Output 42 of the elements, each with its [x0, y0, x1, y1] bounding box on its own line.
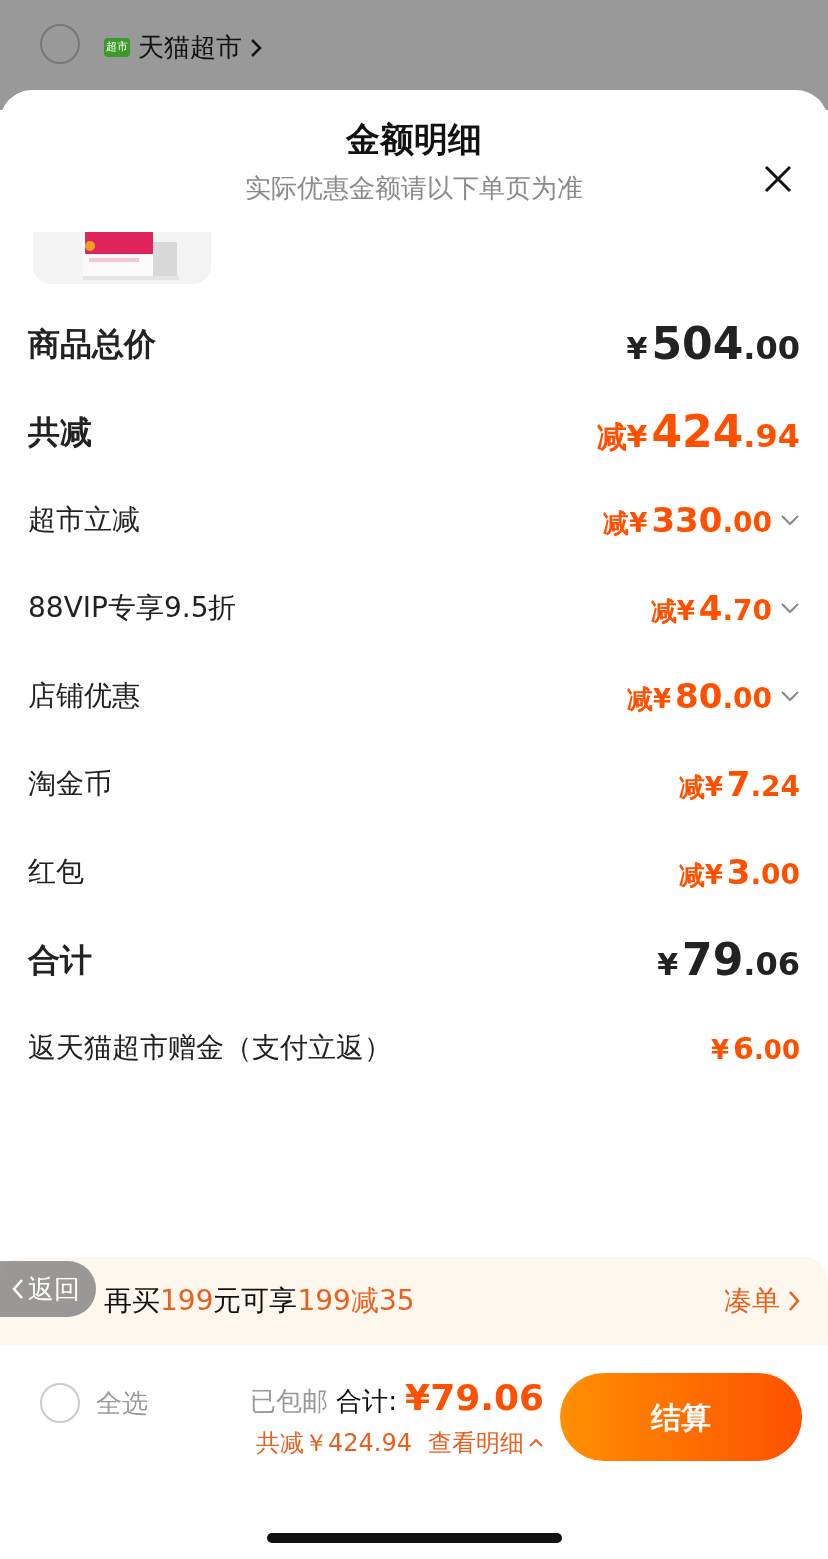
row-label: 共减: [28, 412, 92, 453]
amount: 减¥4.70: [650, 586, 772, 630]
shipping-note: 已包邮: [250, 1385, 329, 1418]
amount: 减¥80.00: [626, 674, 772, 718]
chevron-down-icon[interactable]: [780, 690, 800, 702]
row-label: 店铺优惠: [28, 678, 140, 714]
total-amount: ¥79.06: [405, 1376, 544, 1420]
radio-button[interactable]: [40, 1383, 80, 1423]
sheet-subtitle: 实际优惠金额请以下单页为准: [245, 172, 583, 205]
amount: ¥79.06: [657, 933, 800, 987]
row-label: 合计: [28, 940, 92, 981]
savings-text: 共减￥424.94: [256, 1428, 412, 1459]
total-label: 合计:: [336, 1385, 398, 1418]
row-label: 淘金币: [28, 766, 112, 802]
select-all-label[interactable]: 全选: [96, 1383, 148, 1423]
store-name[interactable]: 天猫超市: [138, 28, 242, 67]
checkout-button[interactable]: 结算: [560, 1373, 802, 1461]
row-label: 超市立减: [28, 502, 140, 538]
close-icon[interactable]: [764, 165, 792, 193]
promo-text: 再买199元可享199减35: [104, 1283, 415, 1319]
chevron-icon: [250, 37, 262, 58]
amount: 减¥3.00: [678, 850, 800, 894]
row-label: 红包: [28, 854, 84, 890]
amount: 减¥424.94: [596, 405, 800, 459]
row-label: 返天猫超市赠金（支付立返）: [28, 1030, 392, 1066]
add-items-link[interactable]: 凑单: [724, 1280, 800, 1322]
radio-button[interactable]: [40, 24, 80, 64]
back-button[interactable]: 返回: [0, 1261, 96, 1317]
row-label: 商品总价: [28, 324, 156, 365]
sheet-title: 金额明细: [345, 118, 483, 161]
chevron-up-icon: [528, 1438, 544, 1448]
details-link[interactable]: 查看明细: [428, 1425, 544, 1461]
chevron-icon: [788, 1290, 800, 1312]
row-label: 88VIP专享9.5折: [28, 590, 237, 626]
amount: ¥6.00: [710, 1029, 800, 1068]
store-badge: 超市: [104, 38, 130, 57]
amount: ¥504.00: [626, 317, 800, 371]
chevron-down-icon[interactable]: [780, 514, 800, 526]
back-icon: [12, 1278, 24, 1300]
chevron-down-icon[interactable]: [780, 602, 800, 614]
amount: 减¥7.24: [678, 762, 800, 806]
amount: 减¥330.00: [603, 498, 772, 542]
